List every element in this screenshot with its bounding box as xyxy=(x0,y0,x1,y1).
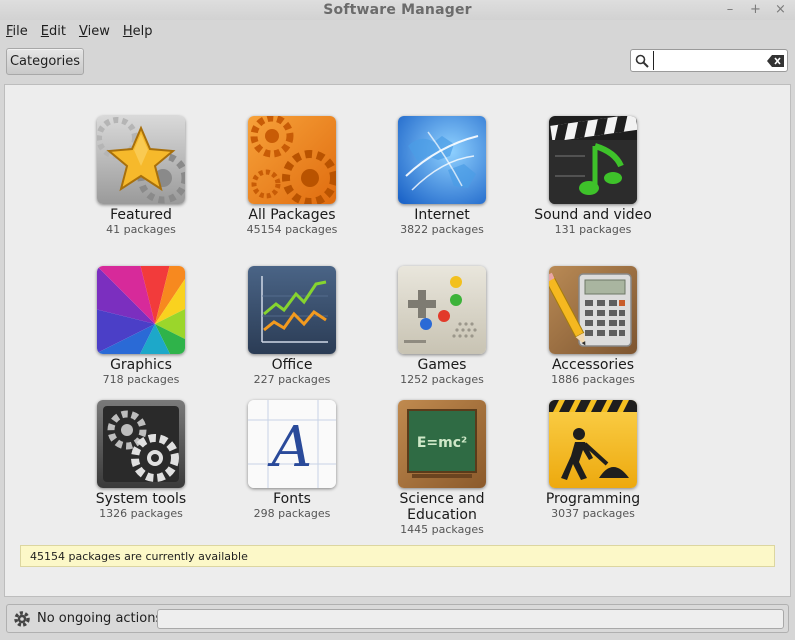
category-count: 45154 packages xyxy=(246,223,338,236)
minimize-button[interactable]: – xyxy=(725,0,735,20)
internet-globe-icon xyxy=(398,116,486,204)
menu-bar: File Edit View Help xyxy=(0,20,795,42)
menu-file[interactable]: File xyxy=(6,24,28,39)
category-name: Games xyxy=(417,357,467,373)
search-input[interactable] xyxy=(653,51,765,70)
status-text: No ongoing actions xyxy=(37,611,163,626)
status-bar: No ongoing actions xyxy=(6,604,789,633)
available-packages-message: 45154 packages are currently available xyxy=(20,545,775,567)
category-name: Graphics xyxy=(110,357,172,373)
main-content: Featured 41 packages All Packages 45154 … xyxy=(4,84,791,597)
search-box[interactable] xyxy=(630,49,788,72)
fonts-letter-glyph: A xyxy=(267,415,312,480)
clear-search-icon[interactable] xyxy=(765,50,787,71)
category-count: 1252 packages xyxy=(400,373,484,386)
sound-video-clapper-icon xyxy=(549,116,637,204)
category-count: 1445 packages xyxy=(400,523,484,536)
category-count: 227 packages xyxy=(253,373,331,386)
system-tools-gears-icon xyxy=(97,400,185,488)
category-sound-and-video[interactable]: Sound and video 131 packages xyxy=(518,116,668,237)
category-name: System tools xyxy=(95,491,187,507)
category-games[interactable]: Games 1252 packages xyxy=(367,266,517,387)
category-count: 1886 packages xyxy=(551,373,635,386)
accessories-calculator-icon xyxy=(549,266,637,354)
category-name: Fonts xyxy=(273,491,311,507)
category-featured[interactable]: Featured 41 packages xyxy=(66,116,216,237)
category-name: Office xyxy=(271,357,313,373)
category-system-tools[interactable]: System tools 1326 packages xyxy=(66,400,216,521)
category-count: 718 packages xyxy=(102,373,180,386)
title-bar: Software Manager – + × xyxy=(0,0,795,20)
category-science-and-education[interactable]: E=mc² Science and Education 1445 package… xyxy=(367,400,517,537)
office-chart-icon xyxy=(248,266,336,354)
category-count: 3822 packages xyxy=(400,223,484,236)
category-name: Featured xyxy=(110,207,172,223)
category-internet[interactable]: Internet 3822 packages xyxy=(367,116,517,237)
close-button[interactable]: × xyxy=(775,0,786,20)
category-name: Internet xyxy=(414,207,470,223)
category-name: Accessories xyxy=(551,357,635,373)
chalkboard-formula: E=mc² xyxy=(417,435,467,451)
category-name: Science and Education xyxy=(399,491,485,523)
category-count: 41 packages xyxy=(106,223,176,236)
games-gamepad-icon xyxy=(398,266,486,354)
fonts-letter-a-icon: A xyxy=(248,400,336,488)
category-name: All Packages xyxy=(248,207,336,223)
category-count: 3037 packages xyxy=(551,507,635,520)
gear-icon xyxy=(13,610,31,628)
menu-view[interactable]: View xyxy=(79,24,110,39)
category-count: 298 packages xyxy=(253,507,331,520)
featured-star-icon xyxy=(97,116,185,204)
programming-construction-icon xyxy=(549,400,637,488)
category-office[interactable]: Office 227 packages xyxy=(217,266,367,387)
category-grid: Featured 41 packages All Packages 45154 … xyxy=(5,85,792,545)
graphics-color-wheel-icon xyxy=(97,266,185,354)
category-programming[interactable]: Programming 3037 packages xyxy=(518,400,668,521)
category-count: 131 packages xyxy=(554,223,632,236)
window-controls: – + × xyxy=(725,0,786,20)
category-name: Programming xyxy=(545,491,641,507)
category-name: Sound and video xyxy=(534,207,652,223)
search-icon xyxy=(631,50,653,71)
window-title: Software Manager xyxy=(323,2,472,18)
maximize-button[interactable]: + xyxy=(750,0,761,20)
progress-bar xyxy=(157,609,784,629)
toolbar: Categories xyxy=(0,42,795,82)
menu-edit[interactable]: Edit xyxy=(41,24,66,39)
all-packages-gears-icon xyxy=(248,116,336,204)
category-fonts[interactable]: A Fonts 298 packages xyxy=(217,400,367,521)
category-all-packages[interactable]: All Packages 45154 packages xyxy=(217,116,367,237)
categories-button[interactable]: Categories xyxy=(6,48,84,75)
category-count: 1326 packages xyxy=(99,507,183,520)
menu-help[interactable]: Help xyxy=(123,24,153,39)
science-chalkboard-icon: E=mc² xyxy=(398,400,486,488)
category-graphics[interactable]: Graphics 718 packages xyxy=(66,266,216,387)
category-accessories[interactable]: Accessories 1886 packages xyxy=(518,266,668,387)
